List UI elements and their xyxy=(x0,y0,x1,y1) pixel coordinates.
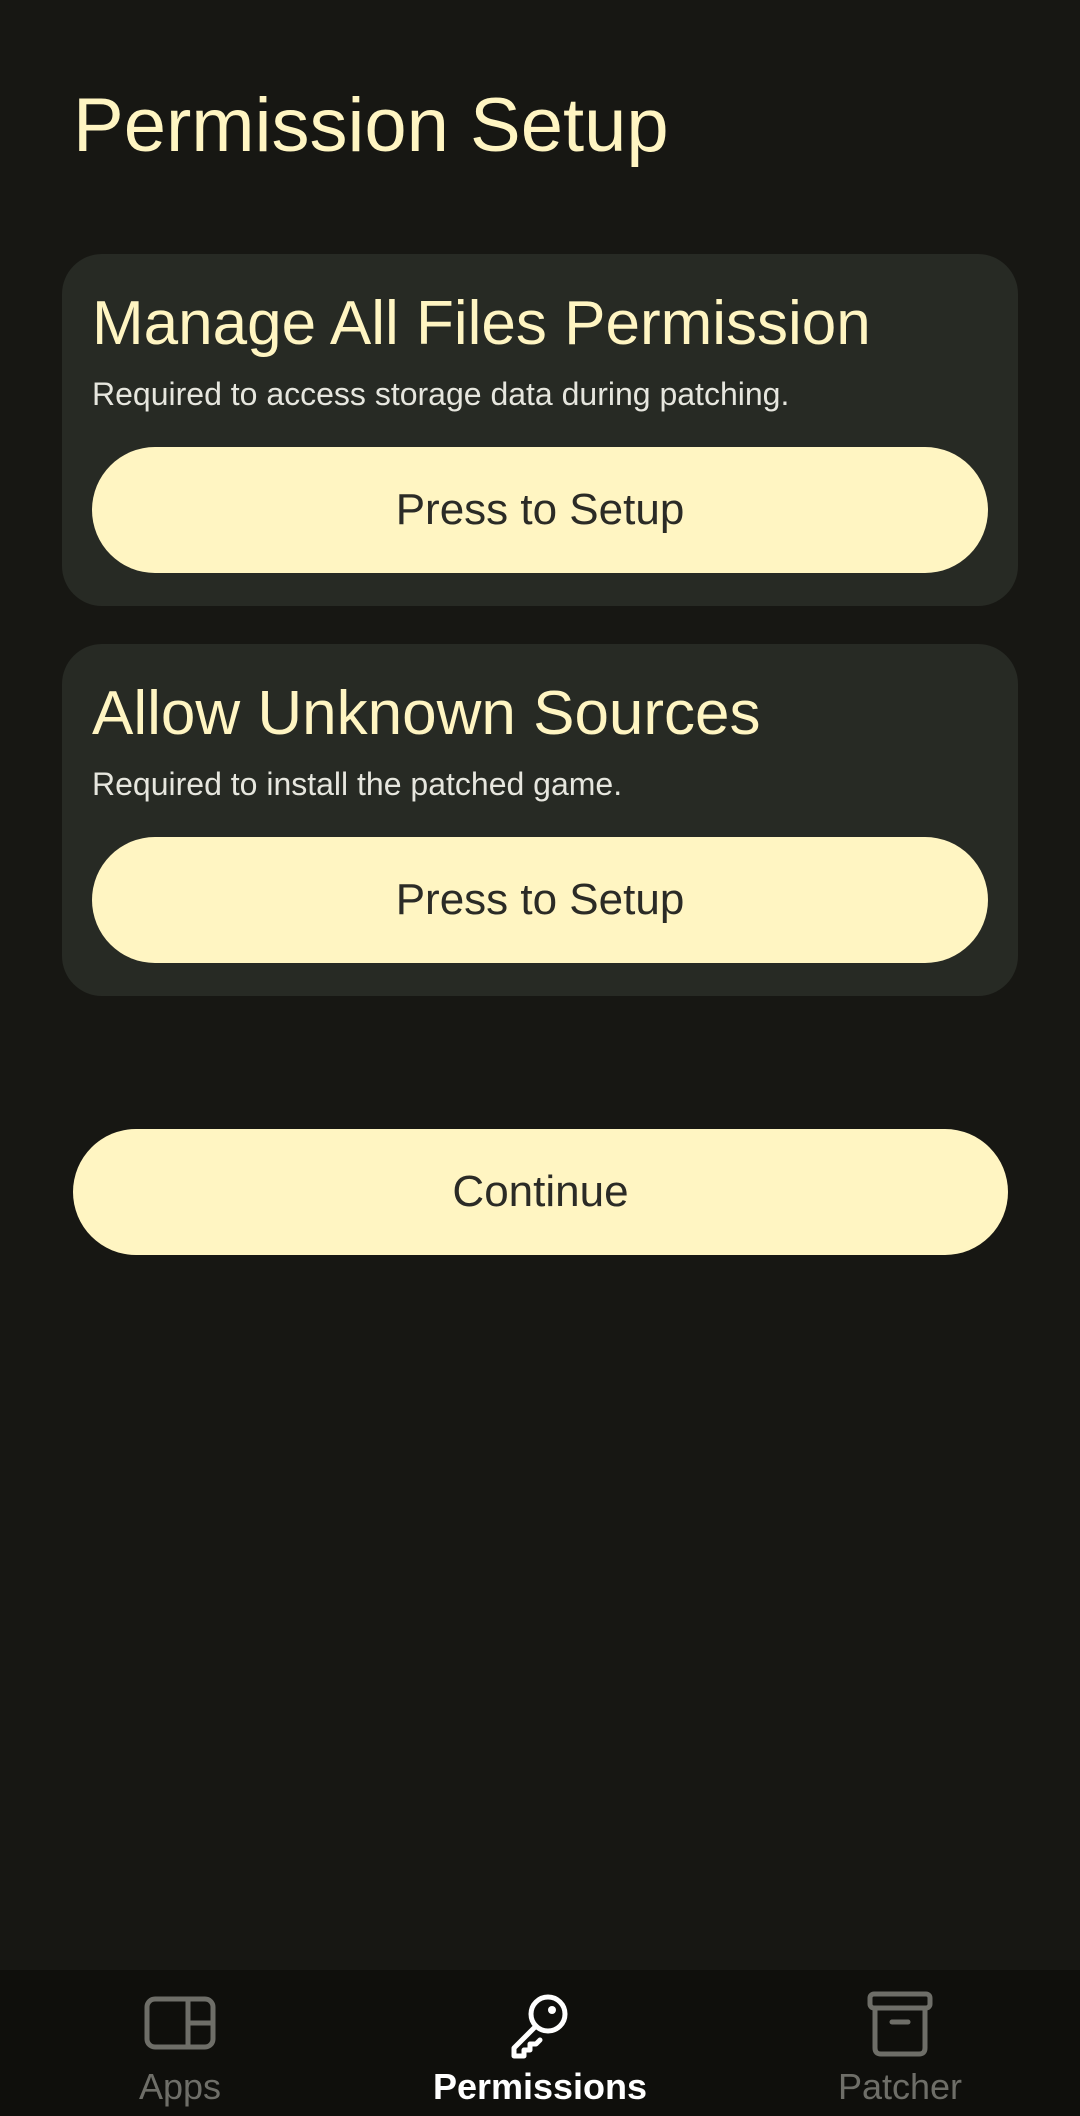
archive-box-icon xyxy=(864,1988,936,2060)
permission-setup-screen: Permission Setup Manage All Files Permis… xyxy=(0,0,1080,2116)
apps-window-icon xyxy=(144,1988,216,2060)
continue-button[interactable]: Continue xyxy=(73,1129,1008,1255)
nav-label: Apps xyxy=(138,2066,222,2107)
key-icon xyxy=(504,1988,576,2060)
nav-label: Patcher xyxy=(837,2066,963,2107)
card-description: Required to install the patched game. xyxy=(92,766,623,802)
page-title: Permission Setup xyxy=(73,83,669,168)
unknown-sources-setup-button[interactable]: Press to Setup xyxy=(92,837,988,963)
manage-files-permission-card: Manage All Files Permission Required to … xyxy=(62,254,1018,606)
card-description: Required to access storage data during p… xyxy=(92,376,790,412)
nav-item-patcher[interactable]: Patcher xyxy=(720,1970,1080,2116)
bottom-navigation-bar: Apps Permissions Patcher xyxy=(0,1970,1080,2116)
manage-files-setup-button[interactable]: Press to Setup xyxy=(92,447,988,573)
card-title: Manage All Files Permission xyxy=(92,289,871,358)
nav-label: Permissions xyxy=(432,2066,648,2107)
nav-item-permissions[interactable]: Permissions xyxy=(360,1970,720,2116)
nav-item-apps[interactable]: Apps xyxy=(0,1970,360,2116)
unknown-sources-permission-card: Allow Unknown Sources Required to instal… xyxy=(62,644,1018,996)
card-title: Allow Unknown Sources xyxy=(92,679,761,748)
